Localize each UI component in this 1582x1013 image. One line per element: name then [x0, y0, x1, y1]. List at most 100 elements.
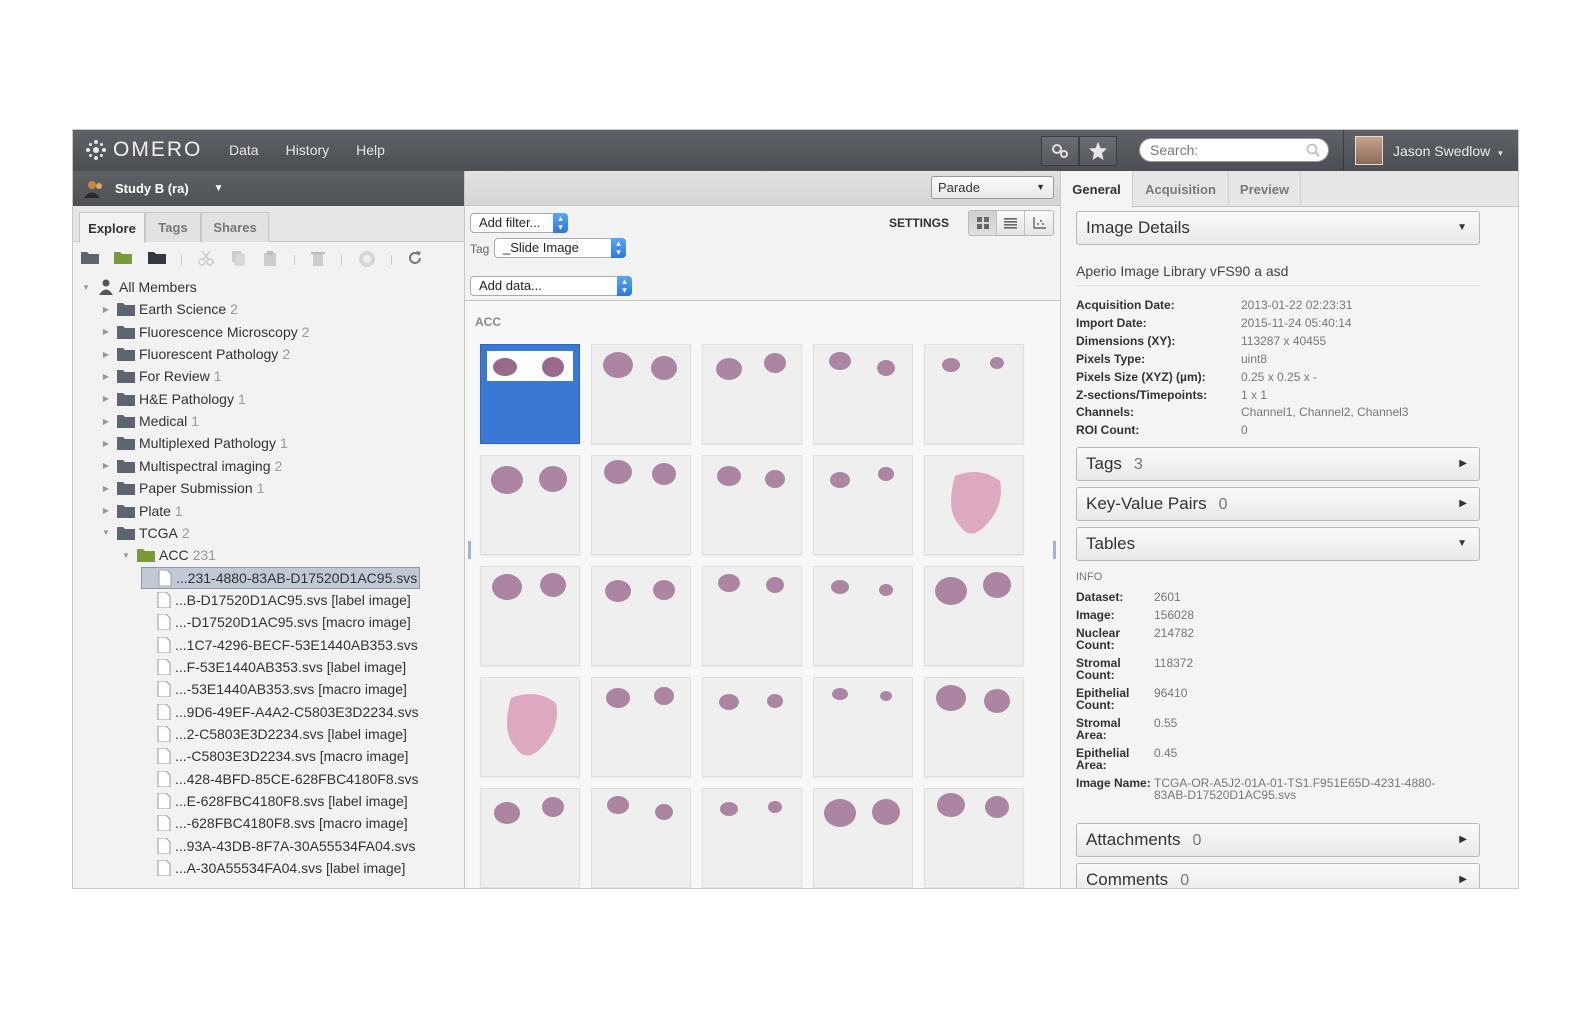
image-thumbnail[interactable]: [591, 344, 691, 444]
tree-image[interactable]: ...F-53E1440AB353.svs [label image]: [141, 656, 406, 678]
group-selector[interactable]: Study B (ra) ▼: [73, 171, 464, 206]
image-thumbnail[interactable]: [480, 566, 580, 666]
nav-history[interactable]: History: [286, 142, 330, 158]
tables-header[interactable]: Tables ▼: [1076, 527, 1480, 561]
tree-project[interactable]: ▶ Paper Submission 1: [101, 477, 265, 499]
search-input[interactable]: [1150, 142, 1300, 158]
nav-data[interactable]: Data: [229, 142, 259, 158]
image-thumbnail[interactable]: [480, 344, 580, 444]
tree-project[interactable]: ▼ TCGA 2: [101, 522, 190, 544]
tab-tags[interactable]: Tags: [145, 212, 201, 242]
copy-icon[interactable]: [230, 250, 246, 266]
tree-image[interactable]: ...E-628FBC4180F8.svs [label image]: [141, 790, 408, 812]
expand-arrow-icon[interactable]: ▶: [101, 305, 111, 314]
image-thumbnail[interactable]: [591, 788, 691, 888]
list-view-button[interactable]: [997, 211, 1025, 235]
expand-arrow-icon[interactable]: ▶: [101, 461, 111, 470]
collapse-arrow-icon[interactable]: ▼: [101, 528, 111, 537]
image-thumbnail[interactable]: [702, 677, 802, 777]
right-splitter-handle[interactable]: [1053, 541, 1056, 559]
tree-image[interactable]: ...A-30A55534FA04.svs [label image]: [141, 857, 405, 879]
add-filter-select[interactable]: Add filter... ▴ ▾: [470, 213, 568, 233]
image-thumbnail[interactable]: [480, 788, 580, 888]
image-thumbnail[interactable]: [924, 677, 1024, 777]
image-thumbnail[interactable]: [813, 677, 913, 777]
left-splitter-handle[interactable]: [468, 541, 471, 559]
image-thumbnail[interactable]: [702, 455, 802, 555]
collapse-arrow-icon[interactable]: ▼: [81, 283, 91, 292]
tree-image[interactable]: ...-628FBC4180F8.svs [macro image]: [141, 812, 408, 834]
tree-project[interactable]: ▶ Fluorescence Microscopy 2: [101, 321, 310, 343]
expand-arrow-icon[interactable]: ▶: [101, 327, 111, 336]
expand-arrow-icon[interactable]: ▶: [101, 394, 111, 403]
attachments-header[interactable]: Attachments 0 ▶: [1076, 823, 1480, 857]
activities-button[interactable]: [1079, 136, 1117, 166]
comments-header[interactable]: Comments 0 ▶: [1076, 863, 1480, 888]
scripts-button[interactable]: [1041, 136, 1079, 166]
image-thumbnail[interactable]: [591, 677, 691, 777]
tree-image[interactable]: ...-53E1440AB353.svs [macro image]: [141, 678, 407, 700]
tree-project[interactable]: ▶ Earth Science 2: [101, 298, 238, 320]
image-thumbnail[interactable]: [702, 566, 802, 666]
expand-arrow-icon[interactable]: ▶: [101, 417, 111, 426]
add-data-select[interactable]: Add data... ▴ ▾: [470, 276, 632, 296]
expand-arrow-icon[interactable]: ▶: [101, 484, 111, 493]
tab-acquisition[interactable]: Acquisition: [1133, 171, 1229, 207]
expand-arrow-icon[interactable]: ▶: [101, 372, 111, 381]
omero-logo[interactable]: OMERO: [85, 138, 202, 162]
thumbnail-view-button[interactable]: [969, 211, 997, 235]
tree-project[interactable]: ▶ For Review 1: [101, 365, 222, 387]
new-project-icon[interactable]: [81, 250, 99, 264]
tab-shares[interactable]: Shares: [201, 212, 269, 242]
image-thumbnail[interactable]: [813, 566, 913, 666]
paste-icon[interactable]: [262, 250, 278, 266]
image-thumbnail[interactable]: [480, 455, 580, 555]
plot-view-button[interactable]: [1025, 211, 1053, 235]
public-link-icon[interactable]: [358, 250, 376, 268]
tree-dataset[interactable]: ▼ ACC 231: [121, 544, 216, 566]
image-thumbnail[interactable]: [924, 344, 1024, 444]
expand-arrow-icon[interactable]: ▶: [101, 350, 111, 359]
tree-image[interactable]: ...428-4BFD-85CE-628FBC4180F8.svs: [141, 768, 419, 790]
image-thumbnail[interactable]: [702, 788, 802, 888]
settings-label[interactable]: SETTINGS: [889, 216, 949, 230]
tab-explore[interactable]: Explore: [79, 212, 145, 243]
tree-project[interactable]: ▶ Plate 1: [101, 500, 183, 522]
image-thumbnail[interactable]: [702, 344, 802, 444]
nav-help[interactable]: Help: [356, 142, 385, 158]
tree-image[interactable]: ...-C5803E3D2234.svs [macro image]: [141, 745, 408, 767]
collapse-arrow-icon[interactable]: ▼: [121, 551, 131, 560]
key-value-pairs-header[interactable]: Key-Value Pairs 0 ▶: [1076, 487, 1480, 521]
image-thumbnail[interactable]: [591, 455, 691, 555]
image-details-header[interactable]: Image Details ▼: [1076, 211, 1480, 245]
image-thumbnail[interactable]: [924, 455, 1024, 555]
tree-project[interactable]: ▶ H&E Pathology 1: [101, 388, 246, 410]
layout-select[interactable]: Parade ▼: [931, 176, 1054, 199]
image-thumbnail[interactable]: [480, 677, 580, 777]
image-thumbnail[interactable]: [813, 788, 913, 888]
cut-icon[interactable]: [198, 250, 214, 266]
tree-image[interactable]: ...9D6-49EF-A4A2-C5803E3D2234.svs: [141, 701, 419, 723]
tab-preview[interactable]: Preview: [1229, 171, 1301, 207]
tree-image[interactable]: ...93A-43DB-8F7A-30A55534FA04.svs: [141, 835, 415, 857]
tag-filter-select[interactable]: _Slide Image ▴ ▾: [494, 238, 626, 258]
refresh-icon[interactable]: [407, 250, 423, 266]
image-thumbnail[interactable]: [924, 566, 1024, 666]
tree-image[interactable]: ...231-4880-83AB-D17520D1AC95.svs: [141, 566, 421, 589]
tags-header[interactable]: Tags 3 ▶: [1076, 447, 1480, 481]
delete-icon[interactable]: [310, 250, 326, 266]
tree-image[interactable]: ...2-C5803E3D2234.svs [label image]: [141, 723, 407, 745]
tree-image[interactable]: ...-D17520D1AC95.svs [macro image]: [141, 611, 411, 633]
search-icon[interactable]: [1306, 143, 1320, 157]
tab-general[interactable]: General: [1061, 171, 1133, 208]
tree-project[interactable]: ▶ Multispectral imaging 2: [101, 455, 282, 477]
expand-arrow-icon[interactable]: ▶: [101, 439, 111, 448]
tree-image[interactable]: ...1C7-4296-BECF-53E1440AB353.svs: [141, 634, 418, 656]
image-thumbnail[interactable]: [813, 344, 913, 444]
avatar[interactable]: [1355, 136, 1383, 165]
expand-arrow-icon[interactable]: ▶: [101, 506, 111, 515]
tree-root-all-members[interactable]: ▼ All Members: [81, 276, 197, 298]
tree-project[interactable]: ▶ Fluorescent Pathology 2: [101, 343, 290, 365]
user-menu[interactable]: Jason Swedlow ▾: [1393, 143, 1503, 159]
image-thumbnail[interactable]: [813, 455, 913, 555]
